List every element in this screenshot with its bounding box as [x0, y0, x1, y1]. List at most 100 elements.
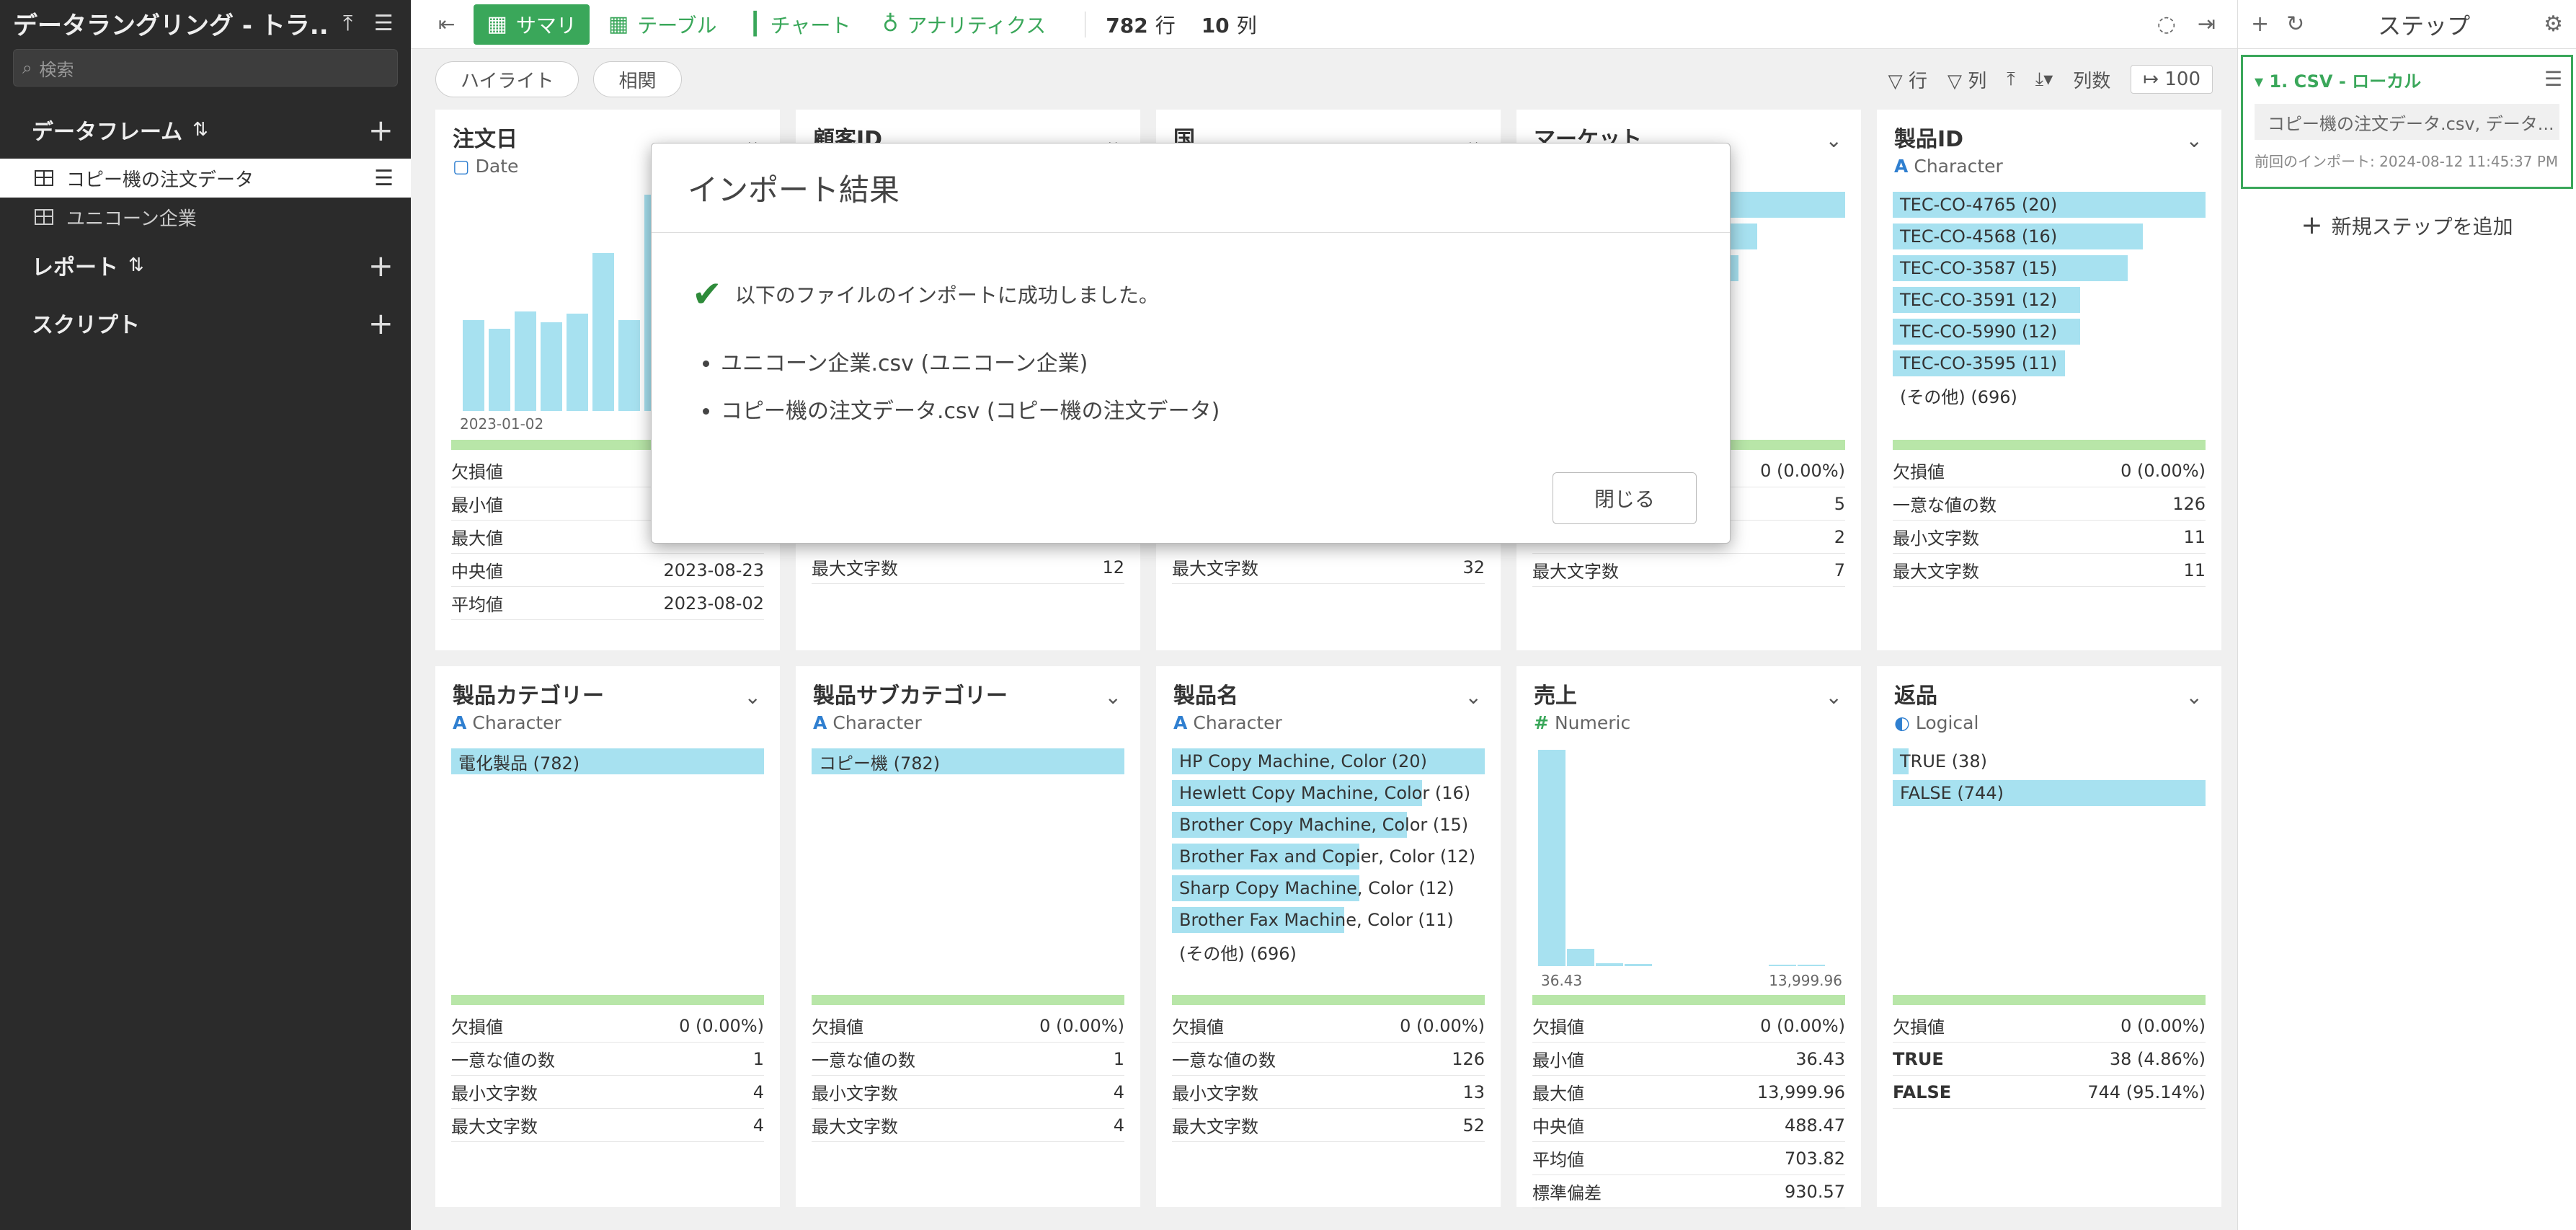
- chevron-down-icon[interactable]: ⌄: [2186, 128, 2203, 152]
- value-bar[interactable]: Brother Fax and Copier, Color (12): [1172, 842, 1485, 871]
- sort-icon[interactable]: ⇅: [128, 255, 144, 276]
- step-card[interactable]: ▾ 1. CSV - ローカル ☰ コピー機の注文データ.csv, データ...…: [2241, 55, 2573, 189]
- stat-key: 欠損値: [1893, 462, 1945, 482]
- stat-value: 11: [2183, 526, 2206, 547]
- steps-panel: + ↻ ステップ ⚙ ▾ 1. CSV - ローカル ☰ コピー機の注文データ.…: [2237, 0, 2576, 1230]
- row-count: 782 行: [1106, 10, 1175, 39]
- axis-start-label: 2023-01-02: [460, 415, 544, 433]
- value-bar[interactable]: TRUE (38): [1893, 747, 2206, 776]
- settings-icon[interactable]: ⚙: [2544, 12, 2563, 37]
- success-message: ✔ 以下のファイルのインポートに成功しました。: [692, 273, 1159, 315]
- stat-row: 最小値 36.43: [1532, 1043, 1845, 1076]
- stat-row: 一意な値の数 126: [1893, 487, 2206, 521]
- value-bar[interactable]: コピー機 (782): [812, 747, 1124, 776]
- value-bar[interactable]: Brother Copy Machine, Color (15): [1172, 810, 1485, 839]
- histogram-bar: [515, 311, 536, 411]
- axis-max-label: 13,999.96: [1769, 972, 1842, 989]
- menu-icon[interactable]: ☰: [369, 9, 398, 37]
- value-bar[interactable]: TEC-CO-3595 (11): [1893, 349, 2206, 378]
- column-name: 返品: [1894, 683, 1937, 709]
- value-bars: TEC-CO-4765 (20) TEC-CO-4568 (16) TEC-CO-3…: [1893, 190, 2206, 381]
- stat-row: 最小文字数 4: [812, 1076, 1124, 1109]
- stats-list: 欠損値 0 (0.00%) 一意な値の数 126 最小文字数 11 最大文字数 11: [1893, 454, 2206, 587]
- highlight-button[interactable]: ハイライト: [435, 61, 579, 97]
- stat-value: 0 (0.00%): [1760, 1015, 1845, 1036]
- completeness-bar: [1532, 995, 1845, 1005]
- column-card-product-name: 製品名 A Character ⌄ HP Copy Machine, Color …: [1156, 666, 1501, 1207]
- lightbulb-icon: ♁: [882, 12, 899, 37]
- add-script-button[interactable]: +: [368, 306, 394, 341]
- value-bar[interactable]: TEC-CO-4568 (16): [1893, 222, 2206, 251]
- tab-analytics[interactable]: ♁ アナリティクス: [869, 4, 1059, 45]
- imported-files-list: ユニコーン企業.csv (ユニコーン企業) コピー機の注文データ.csv (コピ…: [721, 345, 1220, 441]
- value-bar[interactable]: 電化製品 (782): [451, 747, 764, 776]
- chevron-down-icon[interactable]: ⌄: [1826, 685, 1842, 709]
- stat-row: 一意な値の数 1: [451, 1043, 764, 1076]
- tab-chart[interactable]: ┃ チャート: [736, 4, 864, 45]
- collapse-sidebar-icon[interactable]: ⇤: [425, 4, 468, 45]
- value-bar[interactable]: FALSE (744): [1893, 779, 2206, 808]
- close-button[interactable]: 閉じる: [1553, 472, 1697, 524]
- axis-min-label: 36.43: [1541, 972, 1583, 989]
- value-bar[interactable]: TEC-CO-3591 (12): [1893, 286, 2206, 314]
- report-section-label: レポート: [32, 255, 118, 280]
- search-input[interactable]: ⌕ 検索: [13, 49, 398, 87]
- completeness-bar: [1893, 440, 2206, 450]
- chevron-down-icon[interactable]: ⌄: [1465, 685, 1482, 709]
- value-bar[interactable]: TEC-CO-5990 (12): [1893, 317, 2206, 346]
- column-type-label: Logical: [1915, 712, 1979, 733]
- tab-summary[interactable]: ▦ サマリ: [474, 4, 590, 45]
- correlation-button[interactable]: 相関: [593, 61, 682, 97]
- stat-value: 4: [1113, 1081, 1124, 1102]
- stat-value: 0 (0.00%): [2120, 1015, 2206, 1036]
- chevron-down-icon[interactable]: ⌄: [745, 685, 761, 709]
- upload-icon[interactable]: ⤒: [334, 9, 363, 37]
- column-card-category: 製品カテゴリー A Character ⌄ 電化製品 (782) 欠損値 0 (0.…: [435, 666, 780, 1207]
- add-dataframe-button[interactable]: +: [368, 112, 394, 148]
- sidebar-item-copier-orders[interactable]: コピー機の注文データ ☰: [0, 159, 411, 198]
- comment-icon[interactable]: ◌: [2157, 12, 2176, 37]
- value-bar[interactable]: TEC-CO-4765 (20): [1893, 190, 2206, 219]
- stat-row: FALSE 744 (95.14%): [1893, 1076, 2206, 1109]
- stat-key: 一意な値の数: [1893, 495, 1997, 516]
- sort-asc-icon[interactable]: ⤒: [2007, 68, 2015, 91]
- value-bar[interactable]: Hewlett Copy Machine, Color (16): [1172, 779, 1485, 808]
- stat-value: 126: [1452, 1048, 1485, 1069]
- tab-table[interactable]: ▦ テーブル: [595, 4, 730, 45]
- value-bars: HP Copy Machine, Color (20) Hewlett Copy …: [1172, 747, 1485, 937]
- value-bar[interactable]: Brother Fax Machine, Color (11): [1172, 906, 1485, 934]
- filter-cols-button[interactable]: ▽ 列: [1947, 66, 1986, 93]
- chevron-down-icon[interactable]: ⌄: [1826, 128, 1842, 152]
- add-icon[interactable]: +: [2251, 12, 2269, 37]
- add-report-button[interactable]: +: [368, 248, 394, 283]
- character-type-icon: A: [1894, 156, 1909, 177]
- sort-desc-icon[interactable]: ⤓▾: [2035, 68, 2053, 91]
- column-count-setting[interactable]: ↦ 100: [2131, 65, 2213, 94]
- table-icon: [35, 209, 53, 225]
- chevron-down-icon[interactable]: ⌄: [2186, 685, 2203, 709]
- value-bar[interactable]: TEC-CO-3587 (15): [1893, 254, 2206, 283]
- list-item: ユニコーン企業.csv (ユニコーン企業): [721, 345, 1220, 377]
- collapse-right-icon[interactable]: ⇥: [2198, 12, 2216, 37]
- sidebar-item-unicorn[interactable]: ユニコーン企業: [0, 198, 411, 236]
- stats-list: 欠損値 0 (0.00%) 一意な値の数 126 最小文字数 13 最大文字数 52: [1172, 1009, 1485, 1142]
- refresh-icon[interactable]: ↻: [2286, 12, 2304, 37]
- value-bars: TRUE (38) FALSE (744): [1893, 747, 2206, 810]
- stat-value: 36.43: [1795, 1048, 1845, 1069]
- value-bar[interactable]: Sharp Copy Machine, Color (12): [1172, 874, 1485, 903]
- value-bar[interactable]: HP Copy Machine, Color (20): [1172, 747, 1485, 776]
- step-menu-icon[interactable]: ☰: [2544, 67, 2562, 91]
- column-type: ◐ Logical: [1894, 712, 2204, 733]
- add-step-button[interactable]: + 新規ステップを追加: [2238, 211, 2576, 240]
- stats-list: 最大文字数 32: [1172, 551, 1485, 584]
- filter-rows-button[interactable]: ▽ 行: [1888, 66, 1927, 93]
- item-menu-icon[interactable]: ☰: [374, 166, 394, 191]
- sort-icon[interactable]: ⇅: [192, 119, 208, 141]
- grid-icon: ▦: [487, 12, 507, 37]
- chevron-down-icon[interactable]: ⌄: [1105, 685, 1122, 709]
- sub-toolbar-right: ▽ 行 ▽ 列 ⤒ ⤓▾ 列数 ↦ 100: [1888, 65, 2237, 94]
- project-title[interactable]: データラングリング - トラ...: [13, 6, 327, 41]
- stat-value: 13: [1462, 1081, 1485, 1102]
- stat-key: 最小値: [451, 495, 503, 516]
- stat-row: 標準偏差 930.57: [1532, 1175, 1845, 1208]
